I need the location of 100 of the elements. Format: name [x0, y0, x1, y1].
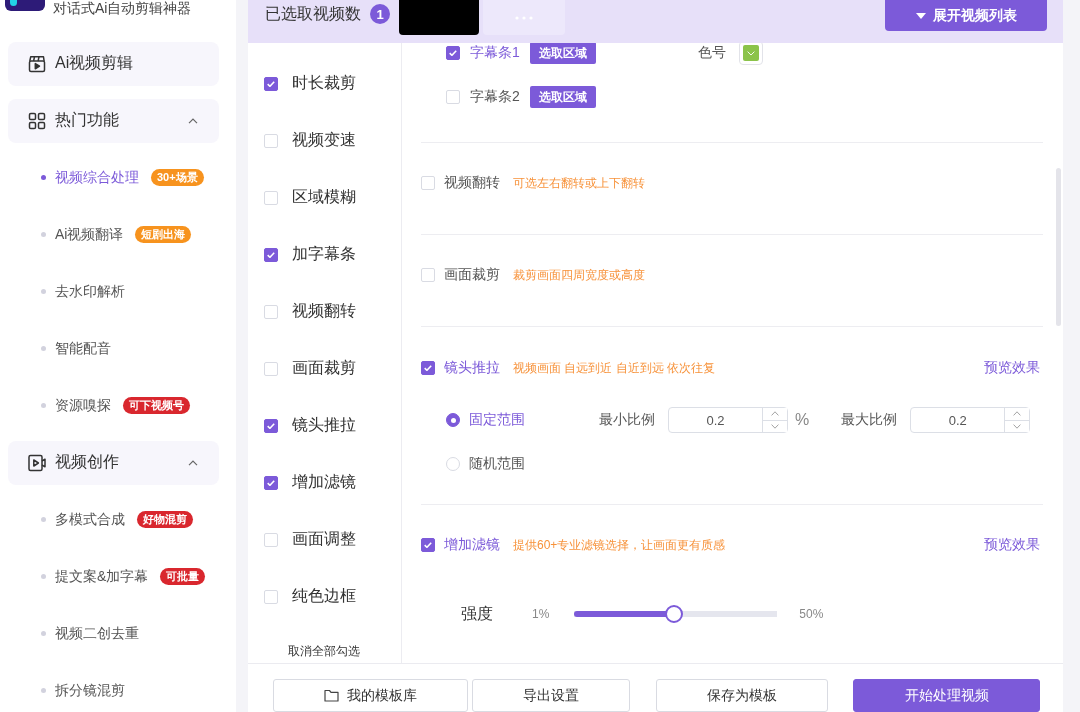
nav-item[interactable]: 拆分镜混剪 — [41, 681, 125, 700]
function-label[interactable]: 镜头推拉 — [292, 415, 356, 436]
feature-badge: 30+场景 — [151, 169, 204, 186]
checkmark-icon — [267, 80, 275, 87]
feature-badge: 可下视频号 — [123, 397, 190, 414]
unit-label: % — [795, 411, 810, 429]
nav-item[interactable]: 去水印解析 — [41, 282, 125, 301]
count-badge: 1 — [370, 4, 390, 24]
preview-link[interactable]: 预览效果 — [984, 536, 1040, 554]
nav-item[interactable]: 多模式合成 — [41, 510, 125, 529]
section-title[interactable]: 镜头推拉 — [444, 359, 500, 377]
nav-card[interactable]: Ai视频剪辑 — [8, 41, 219, 86]
radio-label[interactable]: 固定范围 — [469, 411, 525, 429]
select-area-button[interactable]: 选取区域 — [529, 43, 596, 64]
function-label[interactable]: 画面裁剪 — [292, 358, 356, 379]
nav-item[interactable]: 视频综合处理 — [41, 168, 139, 187]
checkmark-icon — [267, 422, 275, 429]
secondary-button[interactable]: 保存为模板 — [656, 679, 828, 712]
checkmark-icon — [424, 542, 432, 548]
checkbox[interactable] — [421, 361, 435, 375]
function-label[interactable]: 视频变速 — [292, 130, 356, 151]
bullet-icon — [41, 346, 46, 351]
chevron-down-icon — [1013, 423, 1022, 429]
chevron-up-icon — [1013, 411, 1022, 417]
logo-icon — [5, 0, 45, 11]
feature-badge: 好物混剪 — [137, 511, 193, 528]
video-icon — [28, 453, 46, 472]
subtitle-bar-label[interactable]: 字幕条1 — [470, 44, 520, 62]
number-input[interactable]: 0.2 — [910, 407, 1031, 433]
secondary-button[interactable]: 导出设置 — [472, 679, 630, 712]
function-label[interactable]: 纯色边框 — [292, 586, 356, 607]
section-title[interactable]: 视频翻转 — [444, 174, 500, 192]
radio-button[interactable] — [446, 413, 460, 427]
bullet-icon — [41, 517, 46, 522]
nav-group-header[interactable]: 热门功能 — [8, 98, 219, 143]
bullet-icon — [41, 403, 46, 408]
checkbox[interactable] — [264, 247, 278, 262]
slider-max-label: 50% — [799, 607, 824, 621]
more-button[interactable] — [483, 0, 565, 35]
bullet-icon — [41, 232, 46, 237]
chevron-down-icon — [746, 50, 755, 56]
hint-text: 可选左右翻转或上下翻转 — [513, 174, 645, 192]
section-title[interactable]: 增加滤镜 — [444, 536, 500, 554]
select-area-button[interactable]: 选取区域 — [529, 86, 596, 108]
min-ratio-label: 最小比例 — [599, 411, 655, 429]
nav-item[interactable]: 提文案&加字幕 — [41, 567, 149, 586]
checkmark-icon — [449, 50, 457, 56]
slider-thumb[interactable] — [664, 605, 683, 623]
function-label[interactable]: 画面调整 — [292, 529, 356, 550]
checkmark-icon — [267, 479, 275, 486]
primary-button[interactable]: 开始处理视频 — [853, 679, 1040, 712]
nav-item[interactable]: 智能配音 — [41, 339, 111, 358]
hint-text: 视频画面 自远到近 自近到远 依次往复 — [513, 359, 715, 377]
slider-min-label: 1% — [532, 607, 550, 621]
function-label[interactable]: 增加滤镜 — [292, 472, 356, 493]
library-button[interactable]: 我的模板库 — [273, 679, 468, 712]
checkbox[interactable] — [264, 76, 278, 91]
radio-label[interactable]: 随机范围 — [469, 455, 525, 473]
hint-text: 裁剪画面四周宽度或高度 — [513, 266, 645, 284]
function-label[interactable]: 加字幕条 — [292, 244, 356, 265]
hint-text: 提供60+专业滤镜选择，让画面更有质感 — [513, 536, 726, 554]
checkmark-icon — [267, 251, 275, 258]
checkmark-icon — [424, 365, 432, 371]
chevron-up-icon[interactable] — [188, 117, 198, 124]
nav-item[interactable]: 资源嗅探 — [41, 396, 111, 415]
expand-list-button[interactable]: 展开视频列表 — [885, 0, 1047, 31]
clear-all-link[interactable]: 取消全部勾选 — [288, 641, 360, 661]
checkbox[interactable] — [264, 475, 278, 490]
function-label[interactable]: 时长裁剪 — [292, 73, 356, 94]
nav-item[interactable]: Ai视频翻译 — [41, 225, 124, 244]
function-label[interactable]: 区域模糊 — [292, 187, 356, 208]
strength-label: 强度 — [461, 603, 493, 624]
video-thumbnail[interactable] — [399, 0, 479, 35]
nav-group-header[interactable]: 视频创作 — [8, 440, 219, 485]
chevron-up-icon[interactable] — [188, 459, 198, 466]
section-title[interactable]: 画面裁剪 — [444, 266, 500, 284]
nav-item[interactable]: 视频二创去重 — [41, 624, 139, 643]
max-ratio-label: 最大比例 — [841, 411, 898, 429]
clapper-icon — [28, 54, 46, 73]
subtitle-bar-label[interactable]: 字幕条2 — [470, 88, 520, 106]
chevron-down-icon — [771, 423, 779, 429]
number-input[interactable]: 0.2 — [668, 407, 788, 433]
grid-icon — [28, 111, 46, 130]
checkbox[interactable] — [446, 46, 460, 60]
bullet-icon — [41, 175, 46, 180]
function-label[interactable]: 视频翻转 — [292, 301, 356, 322]
selected-count-label: 已选取视频数 — [265, 4, 361, 24]
bullet-icon — [41, 574, 46, 579]
bullet-icon — [41, 688, 46, 693]
color-label: 色号 — [697, 44, 726, 62]
app-tagline: 对话式Ai自动剪辑神器 — [53, 0, 192, 17]
checkbox[interactable] — [421, 538, 435, 552]
bullet-icon — [41, 631, 46, 636]
checkbox[interactable] — [264, 418, 278, 433]
scrollbar-thumb[interactable] — [1056, 168, 1061, 326]
chevron-up-icon — [771, 411, 779, 417]
feature-badge: 可批量 — [160, 568, 206, 585]
folder-icon — [324, 689, 339, 702]
preview-link[interactable]: 预览效果 — [984, 359, 1040, 377]
caret-down-icon — [915, 12, 926, 19]
